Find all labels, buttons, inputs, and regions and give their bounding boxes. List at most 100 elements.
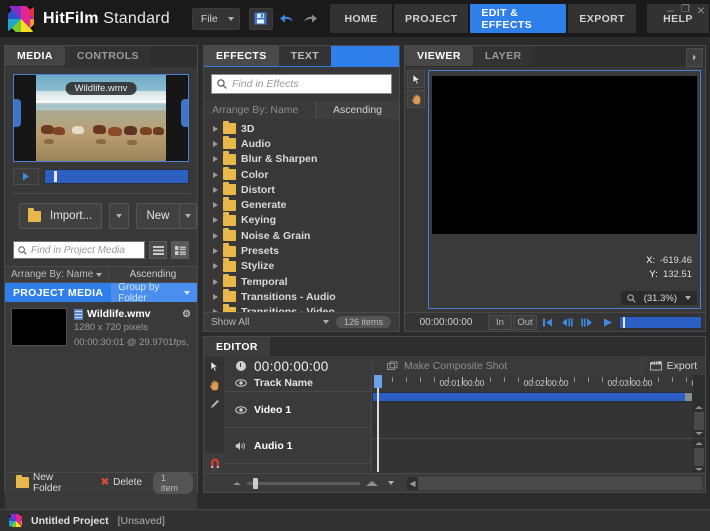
import-button[interactable]: Import... [19, 203, 103, 229]
effects-arrange-dropdown[interactable]: Arrange By: Name [204, 101, 315, 119]
track-header[interactable]: Audio 1 [224, 428, 371, 464]
viewer-menu-button[interactable] [686, 48, 703, 67]
effects-category[interactable]: Keying [204, 212, 399, 228]
chevron-right-icon[interactable] [213, 278, 218, 285]
scroll-left-icon[interactable]: ◀ [407, 479, 418, 488]
new-folder-button[interactable]: New Folder [9, 472, 90, 494]
pointer-tool-icon[interactable] [407, 70, 425, 88]
play-icon[interactable] [13, 168, 39, 185]
effects-category[interactable]: Noise & Grain [204, 227, 399, 243]
chevron-right-icon[interactable] [213, 171, 218, 178]
chevron-right-icon[interactable] [213, 263, 218, 270]
scroll-down-icon[interactable] [693, 429, 705, 438]
save-floppy-icon[interactable] [248, 7, 273, 30]
scroll-up-icon[interactable] [693, 439, 705, 448]
effects-category[interactable]: Distort [204, 181, 399, 197]
maximize-button[interactable]: ❐ [681, 5, 690, 15]
timeline-horizontal-scrollbar[interactable]: ◀ [407, 476, 702, 490]
timeline-export-button[interactable]: Export [640, 357, 705, 375]
sort-direction-button[interactable]: Ascending [109, 266, 197, 283]
chevron-right-icon[interactable] [213, 202, 218, 209]
group-by-folder-dropdown[interactable]: Group by Folder [111, 282, 197, 304]
track-scrollbar[interactable] [693, 439, 705, 475]
search-input[interactable]: Find in Project Media [13, 241, 145, 259]
media-preview[interactable]: Wildlife.wmv [13, 74, 189, 162]
preview-scrubber[interactable] [44, 169, 189, 184]
set-in-button[interactable]: In [488, 314, 512, 330]
skip-start-icon[interactable] [537, 314, 557, 331]
chevron-right-icon[interactable] [213, 232, 218, 239]
list-view-button[interactable] [149, 241, 167, 259]
editor-timecode-display[interactable]: 00:00:00:00 [224, 359, 372, 374]
effects-category[interactable]: Audio [204, 135, 399, 151]
scroll-up-icon[interactable] [693, 403, 705, 412]
track-scrollbar[interactable] [693, 403, 705, 439]
magnet-snap-icon[interactable] [205, 453, 224, 472]
chevron-right-icon[interactable] [213, 125, 218, 132]
chevron-right-icon[interactable] [213, 156, 218, 163]
effects-category[interactable]: Presets [204, 243, 399, 258]
effects-category[interactable]: Blur & Sharpen [204, 151, 399, 167]
hand-tool-icon[interactable] [205, 376, 224, 395]
timeline-zoom-bar[interactable] [372, 392, 693, 402]
file-menu-button[interactable]: File [191, 7, 240, 30]
redo-arrow-icon[interactable] [300, 8, 321, 30]
detail-view-button[interactable] [171, 241, 189, 259]
gear-icon[interactable]: ⚙ [182, 309, 191, 320]
viewer-zoom-dropdown[interactable]: (31.3%) [619, 290, 698, 306]
effects-category[interactable]: Generate [204, 197, 399, 212]
list-item[interactable]: Wildlife.wmv ⚙ 1280 x 720 pixels 00:00:30:0… [5, 302, 197, 350]
play-icon[interactable] [597, 314, 617, 331]
timeline-vertical-scrollbars[interactable] [693, 375, 705, 475]
track-header[interactable]: Video 1 [224, 392, 371, 428]
effects-category[interactable]: Stylize [204, 258, 399, 274]
make-composite-shot-button[interactable]: Make Composite Shot [372, 360, 641, 372]
nav-item-export[interactable]: EXPORT [568, 4, 636, 33]
timeline-zoom-slider[interactable] [223, 477, 378, 489]
tab-editor[interactable]: EDITOR [204, 337, 270, 357]
zoom-in-icon[interactable] [366, 480, 378, 486]
slip-tool-icon[interactable] [205, 395, 224, 414]
delete-button[interactable]: ✖ Delete [94, 475, 149, 491]
arrange-by-dropdown[interactable]: Arrange By: Name [5, 266, 109, 283]
tab-controls[interactable]: CONTROLS [64, 46, 151, 66]
chevron-right-icon[interactable] [213, 248, 218, 255]
chevron-right-icon[interactable] [213, 293, 218, 300]
step-forward-icon[interactable] [577, 314, 597, 331]
set-out-button[interactable]: Out [513, 314, 537, 330]
effects-category[interactable]: 3D [204, 120, 399, 136]
timeline-track-row[interactable] [372, 403, 693, 439]
viewer-scrubber[interactable] [619, 315, 702, 329]
chevron-right-icon[interactable] [213, 140, 218, 147]
zoom-out-icon[interactable] [233, 481, 241, 485]
minimize-button[interactable]: – [667, 4, 674, 16]
effects-category[interactable]: Transitions - Audio [204, 288, 399, 304]
nav-item-edit-effects[interactable]: EDIT & EFFECTS [470, 4, 567, 33]
effects-category[interactable]: Temporal [204, 273, 399, 289]
effects-category[interactable]: Color [204, 166, 399, 182]
timeline-track-row[interactable] [372, 439, 693, 475]
tab-layer[interactable]: LAYER [472, 46, 534, 66]
tab-effects[interactable]: EFFECTS [204, 46, 279, 66]
hand-tool-icon[interactable] [407, 90, 425, 108]
tab-media[interactable]: MEDIA [5, 46, 65, 66]
viewer-canvas[interactable]: X: -619.46 Y: 132.51 (31.3%) [428, 70, 701, 309]
timeline-ruler[interactable]: 00:01:00:0000:02:00:0000:03:00:0000:04:0… [372, 375, 693, 392]
close-button[interactable]: × [697, 3, 705, 17]
preview-nav-right[interactable] [181, 99, 188, 128]
show-all-dropdown[interactable]: Show All [204, 317, 336, 328]
import-dropdown[interactable] [109, 203, 129, 229]
pointer-tool-icon[interactable] [205, 357, 224, 376]
chevron-right-icon[interactable] [213, 186, 218, 193]
nav-item-home[interactable]: HOME [330, 4, 392, 33]
tab-viewer[interactable]: VIEWER [405, 46, 473, 66]
viewer-timecode[interactable]: 00:00:00:00 [405, 317, 487, 328]
tab-text[interactable]: TEXT [278, 46, 332, 66]
chevron-right-icon[interactable] [213, 217, 218, 224]
step-back-icon[interactable] [557, 314, 577, 331]
effects-search-input[interactable]: Find in Effects [211, 74, 392, 94]
new-button[interactable]: New [135, 203, 197, 229]
timeline-playhead[interactable] [374, 375, 382, 472]
preview-nav-left[interactable] [14, 99, 21, 128]
undo-arrow-icon[interactable] [276, 8, 297, 30]
